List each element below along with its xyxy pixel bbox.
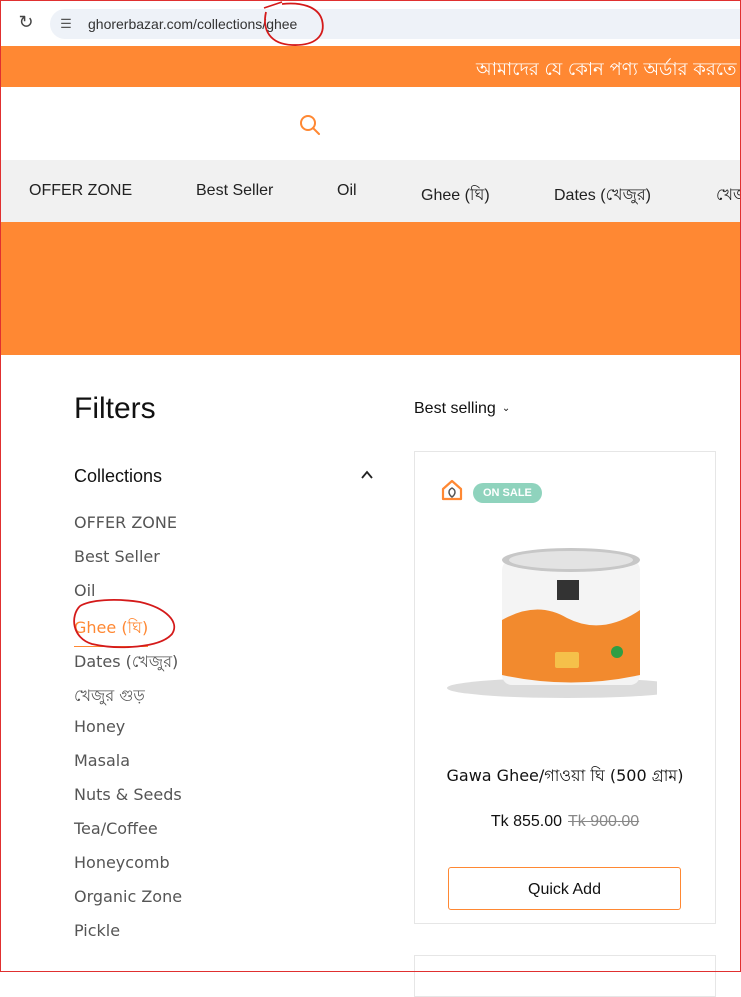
address-bar[interactable]: ☰ ghorerbazar.com/collections/ghee	[50, 9, 741, 39]
site-header	[0, 87, 741, 160]
nav-item-dates[interactable]: Dates (খেজুর)	[554, 182, 651, 209]
reload-icon[interactable]: ↻	[16, 12, 36, 32]
collection-link-pickle[interactable]: Pickle	[74, 921, 120, 940]
chevron-up-icon[interactable]	[360, 468, 374, 482]
nav-item-date-molasses[interactable]: খেজু	[716, 182, 741, 209]
collection-link-honey[interactable]: Honey	[74, 717, 125, 736]
nav-item-oil[interactable]: Oil	[337, 182, 357, 200]
announcement-text: আমাদের যে কোন পণ্য অর্ডার করতে ক	[476, 59, 741, 80]
site-info-icon[interactable]: ☰	[56, 14, 76, 34]
collection-link-honeycomb[interactable]: Honeycomb	[74, 853, 170, 872]
nav-item-best-seller[interactable]: Best Seller	[196, 182, 273, 200]
sort-label: Best selling	[414, 400, 496, 417]
product-card[interactable]: ON SALE Gawa Ghee/গাওয়া ঘি (500 গ্রাম) …	[414, 451, 716, 924]
collection-link-best-seller[interactable]: Best Seller	[74, 547, 160, 566]
product-card-next[interactable]	[414, 955, 716, 997]
announcement-bar: আমাদের যে কোন পণ্য অর্ডার করতে ক	[0, 46, 741, 87]
compare-price: Tk 900.00	[568, 813, 640, 830]
product-title[interactable]: Gawa Ghee/গাওয়া ঘি (500 গ্রাম)	[415, 763, 715, 790]
collection-link-ghee[interactable]: Ghee (ঘি)	[74, 615, 149, 647]
collection-link-date-molasses[interactable]: খেজুর গুড়	[74, 683, 145, 710]
nav-item-offer-zone[interactable]: OFFER ZONE	[29, 182, 132, 200]
brand-logo-icon	[441, 479, 463, 501]
collection-banner	[0, 222, 741, 355]
collection-link-dates[interactable]: Dates (খেজুর)	[74, 649, 178, 676]
collection-link-masala[interactable]: Masala	[74, 751, 130, 770]
sale-badge: ON SALE	[473, 483, 542, 503]
collection-link-oil[interactable]: Oil	[74, 581, 95, 600]
sale-price: Tk 855.00	[490, 813, 562, 830]
price-row: Tk 855.00 Tk 900.00	[415, 813, 715, 831]
url-text[interactable]: ghorerbazar.com/collections/ghee	[88, 16, 297, 32]
sort-dropdown[interactable]: Best selling ⌄	[414, 400, 510, 418]
filters-title: Filters	[74, 392, 156, 425]
product-image[interactable]	[427, 540, 657, 700]
collection-link-tea-coffee[interactable]: Tea/Coffee	[74, 819, 158, 838]
collections-label: Collections	[74, 466, 163, 486]
browser-toolbar: ↻ ☰ ghorerbazar.com/collections/ghee	[0, 0, 741, 46]
quick-add-button[interactable]: Quick Add	[448, 867, 681, 910]
search-icon[interactable]	[299, 114, 321, 136]
collection-link-nuts-seeds[interactable]: Nuts & Seeds	[74, 785, 182, 804]
collection-link-organic-zone[interactable]: Organic Zone	[74, 887, 182, 906]
main-nav: OFFER ZONE Best Seller Oil Ghee (ঘি) Dat…	[0, 160, 741, 222]
chevron-down-icon: ⌄	[501, 403, 511, 415]
nav-item-ghee[interactable]: Ghee (ঘি)	[421, 182, 490, 209]
collections-toggle[interactable]: Collections	[74, 464, 376, 488]
collection-link-offer-zone[interactable]: OFFER ZONE	[74, 513, 177, 532]
